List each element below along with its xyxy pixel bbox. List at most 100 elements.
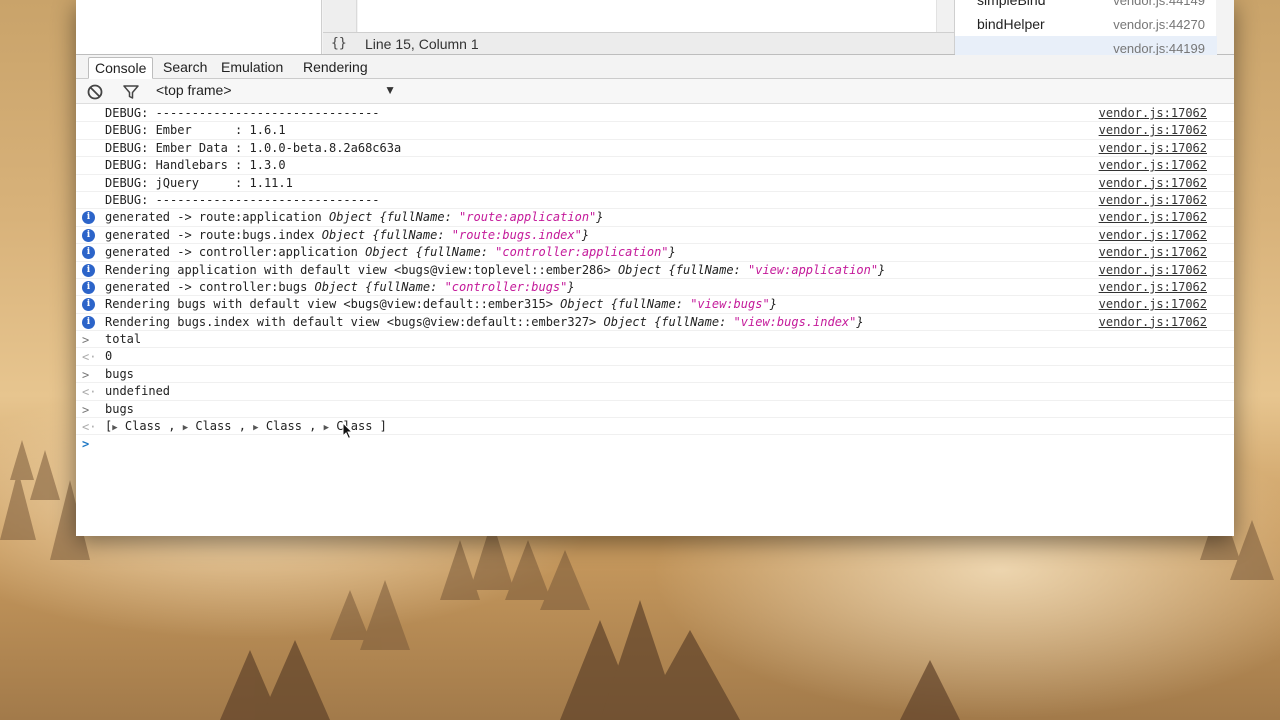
message-text: generated -> controller:application Obje… [105,245,676,260]
info-message-row: i generated -> controller:bugs Object {fu… [76,279,1234,297]
input-prompt-icon: > [82,333,90,348]
debug-message-row: DEBUG: Handlebars : 1.3.0 vendor.js:17062 [76,157,1234,175]
source-editor[interactable] [358,0,936,32]
console-prompt-row[interactable]: > [76,435,1234,452]
call-stack-frame[interactable]: simpleBind vendor.js:44149 [955,0,1217,12]
expand-triangle-icon[interactable]: ▶ [253,423,258,433]
frame-function: simpleBind [977,0,1046,8]
editor-scrollbar[interactable] [936,0,954,32]
source-link[interactable]: vendor.js:17062 [1099,193,1207,207]
tab-rendering[interactable]: Rendering [297,57,374,79]
array-item[interactable]: Class [125,419,161,433]
message-text: DEBUG: Handlebars : 1.3.0 [105,158,286,173]
object-preview[interactable]: Object { [322,228,380,242]
input-command: bugs [105,366,134,381]
result-value: undefined [105,384,171,399]
frame-selector-value: <top frame> [156,82,232,98]
tab-emulation[interactable]: Emulation [215,57,289,79]
pretty-print-button[interactable]: {} [331,36,347,51]
source-link[interactable]: vendor.js:17062 [1099,228,1207,242]
object-preview[interactable]: Object { [604,315,662,329]
console-toolbar: <top frame> ▼ [76,79,1234,104]
clear-console-icon[interactable] [86,83,104,101]
result-value: 0 [105,349,113,364]
frame-location[interactable]: vendor.js:44270 [1113,17,1205,32]
prompt-caret-icon: > [82,437,90,452]
sources-panel: {} Line 15, Column 1 simpleBind vendor.j… [76,0,1234,60]
source-link[interactable]: vendor.js:17062 [1099,315,1207,329]
console-output[interactable]: DEBUG: ------------------------------- ve… [76,105,1234,536]
info-icon: i [82,228,96,243]
debug-message-row: DEBUG: jQuery : 1.11.1 vendor.js:17062 [76,175,1234,192]
console-result-row: <· 0 [76,348,1234,366]
tab-console[interactable]: Console [88,57,154,79]
expand-triangle-icon[interactable]: ▶ [324,423,329,433]
array-item[interactable]: Class [266,419,302,433]
debug-message-row: DEBUG: Ember Data : 1.0.0-beta.8.2a68c63… [76,140,1234,158]
info-icon: i [82,211,96,225]
input-command: total [105,332,142,347]
result-arrow-icon: <· [82,420,97,435]
info-message-row: i generated -> route:bugs.index Object {f… [76,227,1234,245]
file-navigator[interactable] [76,0,322,54]
info-message-row: i generated -> route:application Object {… [76,209,1234,227]
source-link[interactable]: vendor.js:17062 [1099,158,1207,172]
source-link[interactable]: vendor.js:17062 [1099,176,1207,190]
message-text: generated -> route:bugs.index Object {fu… [105,227,590,242]
input-command: bugs [105,401,134,416]
frame-selector[interactable]: <top frame> ▼ [156,82,396,102]
message-text: DEBUG: ------------------------------- [105,106,380,120]
array-item[interactable]: Class [195,419,231,433]
object-preview[interactable]: Object { [560,297,618,311]
source-link[interactable]: vendor.js:17062 [1099,141,1207,155]
debug-message-row: DEBUG: Ember : 1.6.1 vendor.js:17062 [76,122,1234,140]
line-gutter [323,0,357,32]
source-link[interactable]: vendor.js:17062 [1099,123,1207,137]
source-link[interactable]: vendor.js:17062 [1099,245,1207,259]
source-link[interactable]: vendor.js:17062 [1099,210,1207,224]
info-message-row: i Rendering bugs.index with default view … [76,314,1234,332]
cursor-position: Line 15, Column 1 [365,36,479,52]
expand-triangle-icon[interactable]: ▶ [183,423,188,433]
info-icon: i [82,280,96,295]
info-message-row: i generated -> controller:application Obj… [76,244,1234,262]
info-icon: i [82,315,96,330]
message-text: generated -> route:application Object {f… [105,210,604,225]
debug-message-row: DEBUG: ------------------------------- ve… [76,105,1234,123]
message-text: DEBUG: Ember : 1.6.1 [105,123,286,138]
info-icon: i [82,263,96,278]
input-prompt-icon: > [82,367,90,382]
info-icon: i [82,298,96,312]
message-list: DEBUG: ------------------------------- ve… [76,105,1234,332]
message-text: Rendering bugs with default view <bugs@v… [105,297,777,312]
debug-message-row: DEBUG: ------------------------------- ve… [76,192,1234,210]
frame-location[interactable]: vendor.js:44199 [1113,41,1205,56]
object-preview[interactable]: Object { [365,245,423,259]
console-input-row: > bugs [76,401,1234,419]
console-result-row: <· [▶ Class , ▶ Class , ▶ Class , ▶ Clas… [76,418,1234,436]
frame-location[interactable]: vendor.js:44149 [1113,0,1205,8]
object-preview[interactable]: Object { [329,210,387,224]
message-text: DEBUG: ------------------------------- [105,192,380,207]
source-link[interactable]: vendor.js:17062 [1099,106,1207,120]
console-input-row: > bugs [76,366,1234,384]
devtools-window: {} Line 15, Column 1 simpleBind vendor.j… [76,0,1234,536]
expand-triangle-icon[interactable]: ▶ [112,423,117,433]
source-link[interactable]: vendor.js:17062 [1099,280,1207,294]
message-text: Rendering application with default view … [105,262,886,277]
result-arrow-icon: <· [82,385,97,400]
info-icon: i [82,246,96,260]
message-text: generated -> controller:bugs Object {ful… [105,279,575,294]
info-message-row: i Rendering bugs with default view <bugs@… [76,296,1234,314]
call-stack-frame[interactable]: bindHelper vendor.js:44270 [955,12,1217,36]
frame-function: bindHelper [977,16,1045,32]
object-preview[interactable]: Object { [315,280,373,294]
filter-icon[interactable] [122,83,140,101]
source-link[interactable]: vendor.js:17062 [1099,297,1207,311]
source-link[interactable]: vendor.js:17062 [1099,263,1207,277]
info-message-row: i Rendering application with default view… [76,262,1234,279]
console-result-row: <· undefined [76,383,1234,401]
object-preview[interactable]: Object { [618,263,676,277]
tab-search[interactable]: Search [157,57,213,79]
dropdown-arrow-icon: ▼ [384,83,396,97]
